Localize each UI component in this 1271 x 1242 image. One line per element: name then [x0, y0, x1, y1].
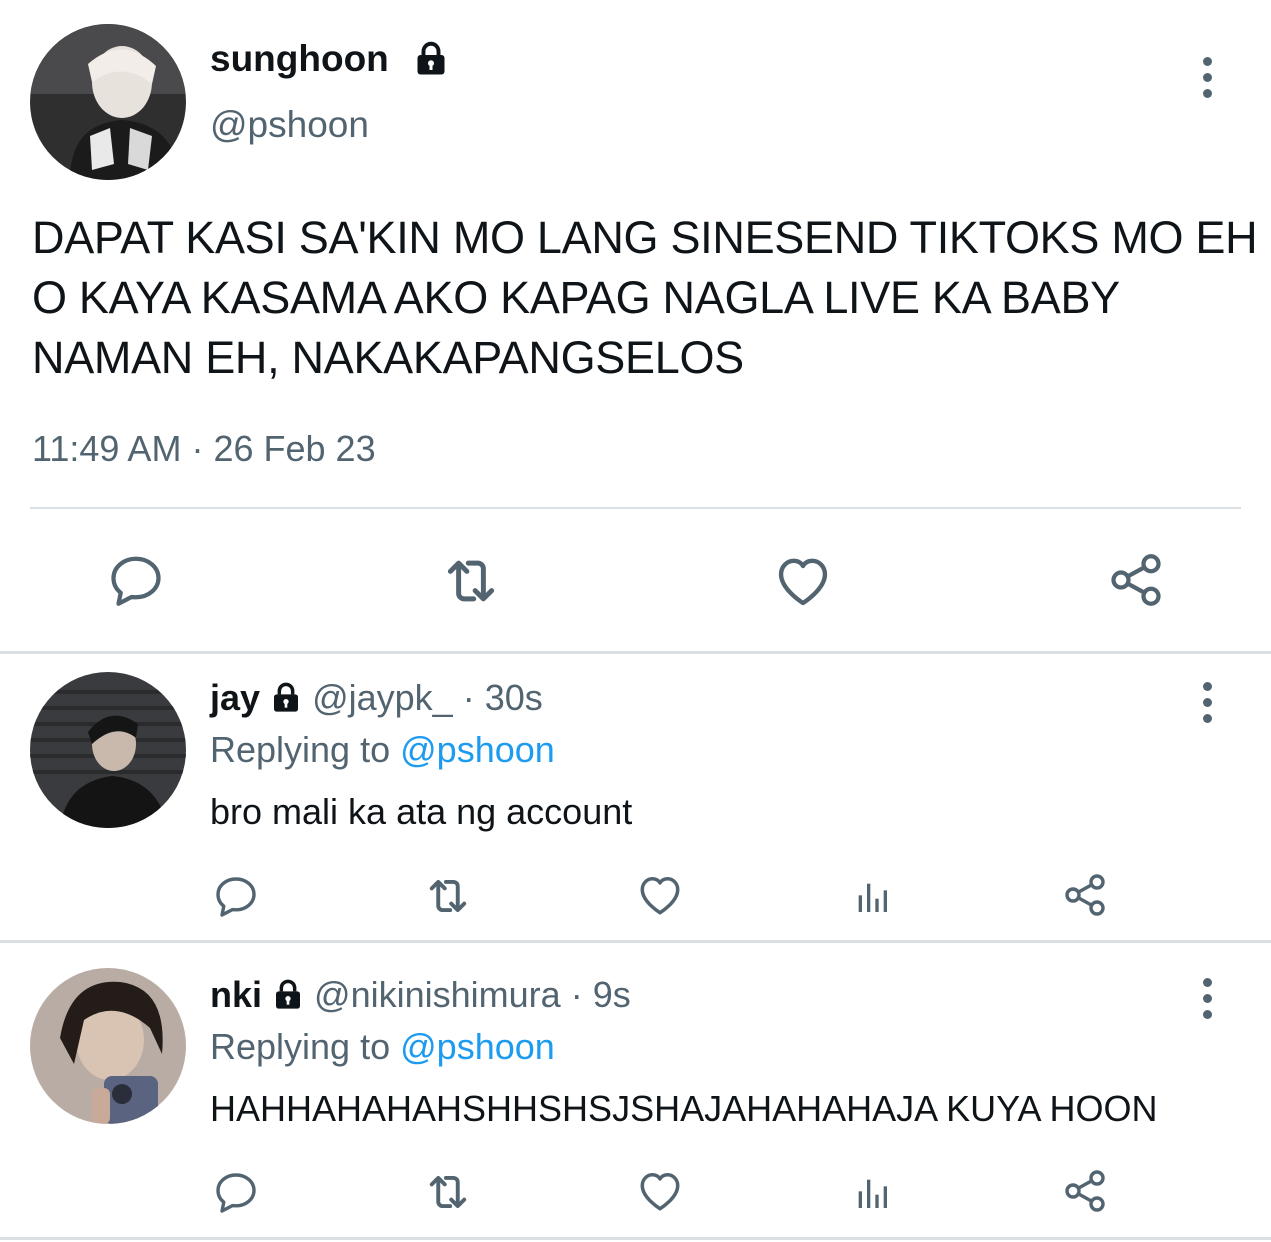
timestamp-separator: · [191, 428, 204, 469]
replying-to: Replying to @pshoon [210, 729, 555, 771]
more-vertical-icon [1202, 978, 1212, 987]
reply-icon[interactable] [106, 550, 166, 610]
reply-author-handle[interactable]: @nikinishimura [314, 974, 561, 1015]
tweet-timestamp[interactable]: 11:49 AM · 26 Feb 23 [32, 428, 376, 470]
heart-icon[interactable] [635, 1166, 685, 1216]
reply-header: jay @jaypk_ · 30s [210, 677, 543, 719]
more-options-button[interactable] [1197, 978, 1217, 1026]
more-vertical-icon [1202, 682, 1212, 691]
heart-icon[interactable] [635, 870, 685, 920]
tweet-text: DAPAT KASI SA'KIN MO LANG SINESEND TIKTO… [32, 212, 1258, 383]
more-options-button[interactable] [1197, 57, 1217, 105]
reply-icon[interactable] [212, 1168, 260, 1216]
reply-icon[interactable] [212, 872, 260, 920]
section-divider [0, 651, 1271, 654]
reply-author-handle[interactable]: @jaypk_ [312, 677, 453, 718]
author-handle[interactable]: @pshoon [210, 104, 369, 146]
tweet-date: 26 Feb 23 [213, 428, 376, 469]
tweet-time: 11:49 AM [32, 428, 182, 469]
section-divider [0, 940, 1271, 943]
more-options-button[interactable] [1197, 682, 1217, 730]
share-icon[interactable] [1061, 871, 1109, 919]
analytics-icon[interactable] [852, 1173, 892, 1213]
author-name-text[interactable]: sunghoon [210, 38, 389, 79]
analytics-icon[interactable] [852, 877, 892, 917]
retweet-icon[interactable] [422, 1166, 474, 1218]
replying-to-mention[interactable]: @pshoon [400, 729, 555, 770]
avatar-sunghoon[interactable] [30, 24, 186, 180]
lock-icon [272, 978, 304, 1010]
reply-time[interactable]: 30s [485, 677, 543, 718]
replying-to: Replying to @pshoon [210, 1026, 555, 1068]
reply-header: nki @nikinishimura · 9s [210, 974, 631, 1016]
retweet-icon[interactable] [438, 548, 504, 614]
section-divider [0, 1237, 1271, 1240]
replying-to-label: Replying to [210, 1026, 391, 1067]
replying-to-label: Replying to [210, 729, 391, 770]
lock-icon [270, 681, 302, 713]
reply-time[interactable]: 9s [593, 974, 631, 1015]
reply-author-name[interactable]: jay [210, 677, 260, 718]
retweet-icon[interactable] [422, 870, 474, 922]
replying-to-mention[interactable]: @pshoon [400, 1026, 555, 1067]
avatar-nki[interactable] [30, 968, 186, 1124]
heart-icon[interactable] [772, 550, 834, 612]
avatar-jay[interactable] [30, 672, 186, 828]
reply-dot: · [570, 974, 583, 1015]
author-name[interactable]: sunghoon [210, 38, 449, 80]
reply-text: HAHHAHAHAHSHHSHSJSHAJAHAHAHAJA KUYA HOON [210, 1088, 1158, 1129]
more-vertical-icon [1202, 57, 1212, 66]
reply-dot: · [462, 677, 475, 718]
share-icon[interactable] [1061, 1167, 1109, 1215]
divider [30, 507, 1241, 509]
reply-author-name[interactable]: nki [210, 974, 262, 1015]
lock-icon [413, 40, 449, 76]
reply-text: bro mali ka ata ng account [210, 791, 633, 832]
share-icon[interactable] [1106, 550, 1166, 610]
